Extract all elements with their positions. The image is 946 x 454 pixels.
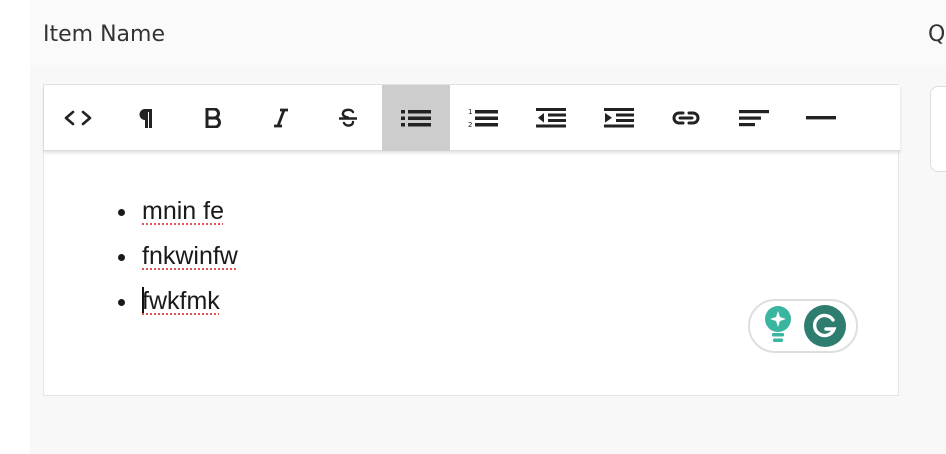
list-item-text: fnkwinfw [142, 242, 238, 270]
lightbulb-sparkle-icon[interactable] [762, 304, 794, 349]
outdent-button[interactable] [517, 85, 585, 151]
align-left-icon [738, 109, 769, 127]
table-header-row [30, 0, 946, 66]
italic-button[interactable] [247, 85, 315, 151]
bullet-list-icon [400, 109, 431, 127]
list-item[interactable]: fwkfmk [116, 287, 238, 332]
bold-button[interactable] [179, 85, 247, 151]
grammarly-widget[interactable] [748, 299, 858, 353]
code-icon [63, 109, 93, 127]
bold-icon [205, 108, 221, 128]
strikethrough-icon [337, 107, 359, 129]
horizontal-rule-icon [806, 115, 837, 121]
quantity-header: Q [928, 22, 946, 47]
code-button[interactable] [44, 85, 112, 151]
outdent-icon [535, 108, 566, 128]
align-left-button[interactable] [720, 85, 788, 151]
svg-text:2: 2 [468, 121, 472, 129]
numbered-list-button[interactable]: 12 [450, 85, 518, 151]
grammarly-g-icon[interactable] [804, 305, 846, 347]
pilcrow-icon [136, 107, 154, 129]
svg-text:1: 1 [468, 108, 472, 116]
link-button[interactable] [652, 85, 720, 151]
item-name-header: Item Name [43, 22, 165, 47]
bullet-dot [118, 254, 125, 261]
list-item-text: fwkfmk [142, 287, 220, 315]
quantity-field[interactable] [930, 86, 946, 172]
italic-icon [273, 108, 289, 128]
strikethrough-button[interactable] [314, 85, 382, 151]
list-item[interactable]: fnkwinfw [116, 242, 238, 287]
indent-icon [603, 108, 634, 128]
link-icon [671, 110, 701, 126]
rich-text-editor: 12 mnin fe fnkwinfw fwkfmk [43, 84, 900, 397]
horizontal-rule-button[interactable] [788, 85, 856, 151]
editor-toolbar: 12 [44, 85, 900, 151]
list-item[interactable]: mnin fe [116, 197, 238, 242]
bullet-dot [118, 299, 125, 306]
bullet-dot [118, 209, 125, 216]
list-item-text: mnin fe [142, 197, 224, 225]
editor-content-area[interactable]: mnin fe fnkwinfw fwkfmk [44, 151, 900, 397]
indent-button[interactable] [585, 85, 653, 151]
bullet-list-button[interactable] [381, 85, 450, 151]
paragraph-button[interactable] [112, 85, 180, 151]
bullet-list: mnin fe fnkwinfw fwkfmk [116, 197, 238, 332]
numbered-list-icon: 12 [468, 107, 499, 129]
